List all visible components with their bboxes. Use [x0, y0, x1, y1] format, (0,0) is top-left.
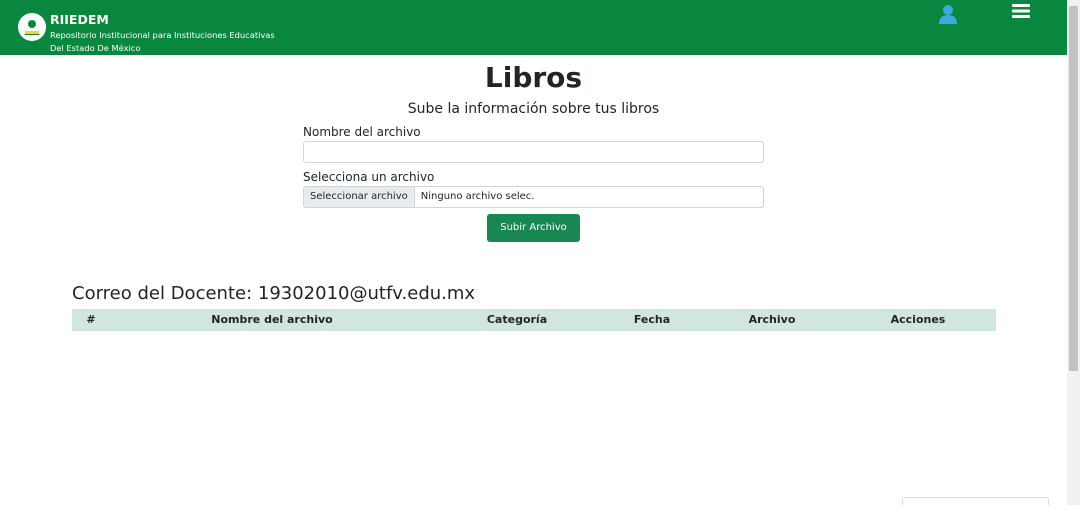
selected-file-text: Ninguno archivo selec. [420, 191, 535, 202]
column-header-actions: Acciones [890, 313, 946, 326]
column-header-category: Categoría [486, 313, 548, 326]
file-picker[interactable]: Seleccionar archivo Ninguno archivo sele… [303, 186, 764, 208]
column-header-filename: Nombre del archivo [211, 313, 333, 326]
column-header-number: # [86, 313, 96, 326]
column-header-file: Archivo [748, 313, 796, 326]
select-file-button[interactable]: Seleccionar archivo [304, 187, 415, 207]
scrollbar-thumb[interactable] [1069, 6, 1078, 371]
floating-widget[interactable] [902, 497, 1049, 505]
files-table-header: # Nombre del archivo Categoría Fecha Arc… [72, 309, 996, 331]
education-logo-icon[interactable] [18, 13, 46, 41]
filename-label: Nombre del archivo [303, 125, 421, 139]
page-title: Libros [484, 61, 583, 94]
filename-input[interactable] [303, 141, 764, 163]
file-select-label: Selecciona un archivo [303, 170, 435, 184]
teacher-email-heading: Correo del Docente: 19302010@utfv.edu.mx [72, 283, 476, 304]
page-scrollbar[interactable] [1067, 0, 1080, 505]
column-header-date: Fecha [633, 313, 671, 326]
page-subtitle: Sube la información sobre tus libros [407, 101, 660, 117]
user-icon[interactable] [938, 4, 958, 24]
upload-file-button[interactable]: Subir Archivo [487, 214, 580, 242]
brand-subtitle: Repositorio Institucional para Instituci… [50, 30, 275, 53]
brand-title[interactable]: RIIEDEM [50, 12, 109, 27]
top-navbar: RIIEDEM Repositorio Institucional para I… [0, 0, 1067, 55]
hamburger-menu-icon[interactable] [1011, 3, 1031, 19]
